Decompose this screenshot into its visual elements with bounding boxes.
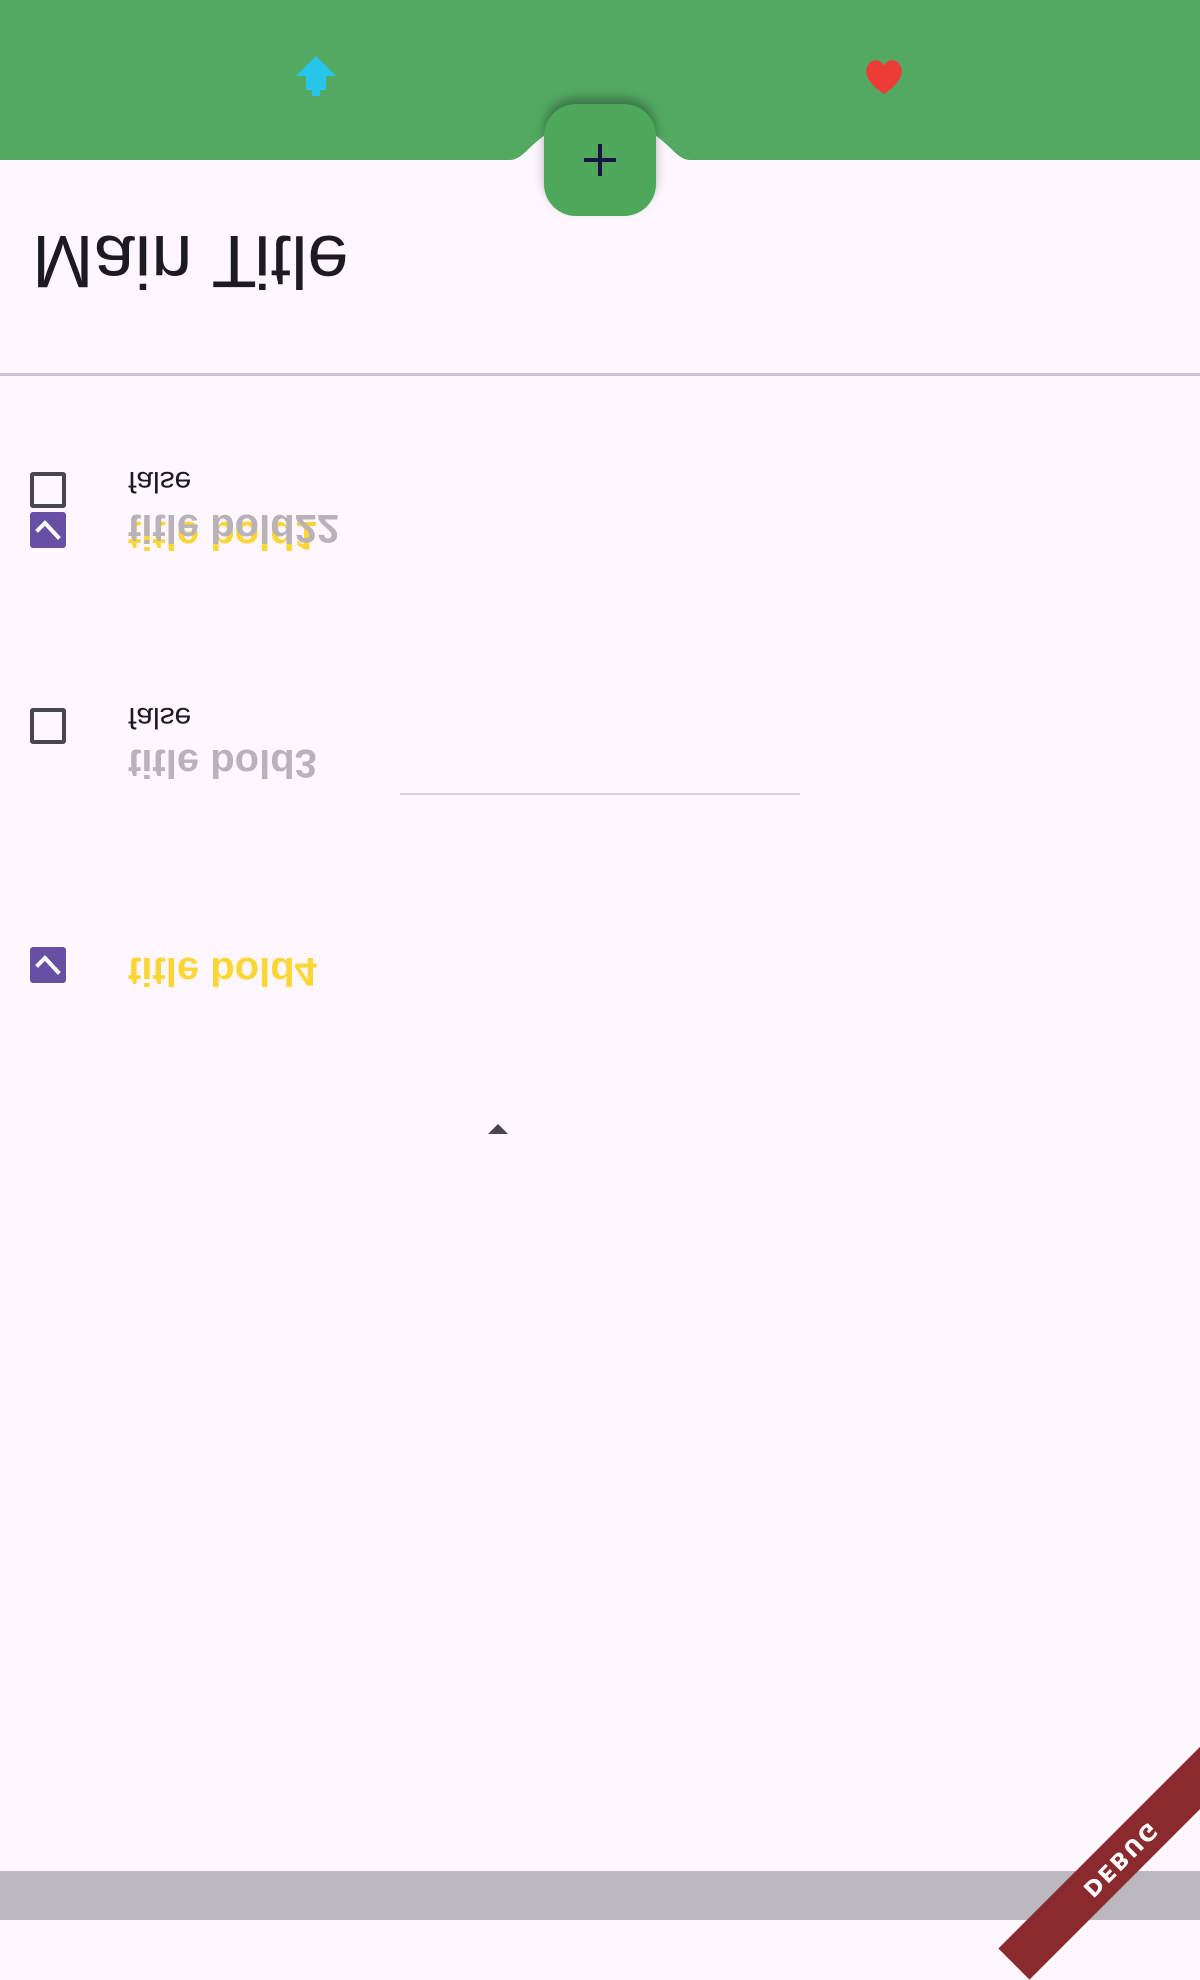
list-item[interactable]: title bold4 bbox=[0, 810, 1200, 993]
checkbox-checked[interactable] bbox=[30, 947, 66, 983]
page-title: Main Title bbox=[32, 220, 349, 303]
item-title: title bold3 bbox=[128, 741, 317, 785]
upload-arrow-icon[interactable] bbox=[294, 54, 338, 98]
system-nav-strip bbox=[0, 1871, 1200, 1920]
list-item[interactable]: title bold22 false bbox=[0, 330, 1200, 550]
heart-icon[interactable] bbox=[862, 54, 906, 98]
item-subtitle: false bbox=[128, 465, 192, 498]
item-title: title bold4 bbox=[128, 949, 317, 993]
list-item[interactable]: title bold3 false bbox=[0, 540, 1200, 785]
divider bbox=[400, 793, 800, 795]
checkbox-unchecked[interactable] bbox=[30, 708, 66, 744]
item-subtitle: false bbox=[128, 701, 192, 734]
check-icon bbox=[35, 955, 61, 975]
checkbox-unchecked[interactable] bbox=[30, 472, 66, 508]
flipped-app-root: Main Title title bold1 title bold22 fals… bbox=[0, 0, 1200, 1920]
add-button[interactable] bbox=[544, 104, 656, 216]
add-icon bbox=[584, 144, 616, 176]
expand-more-icon[interactable] bbox=[488, 1120, 508, 1134]
